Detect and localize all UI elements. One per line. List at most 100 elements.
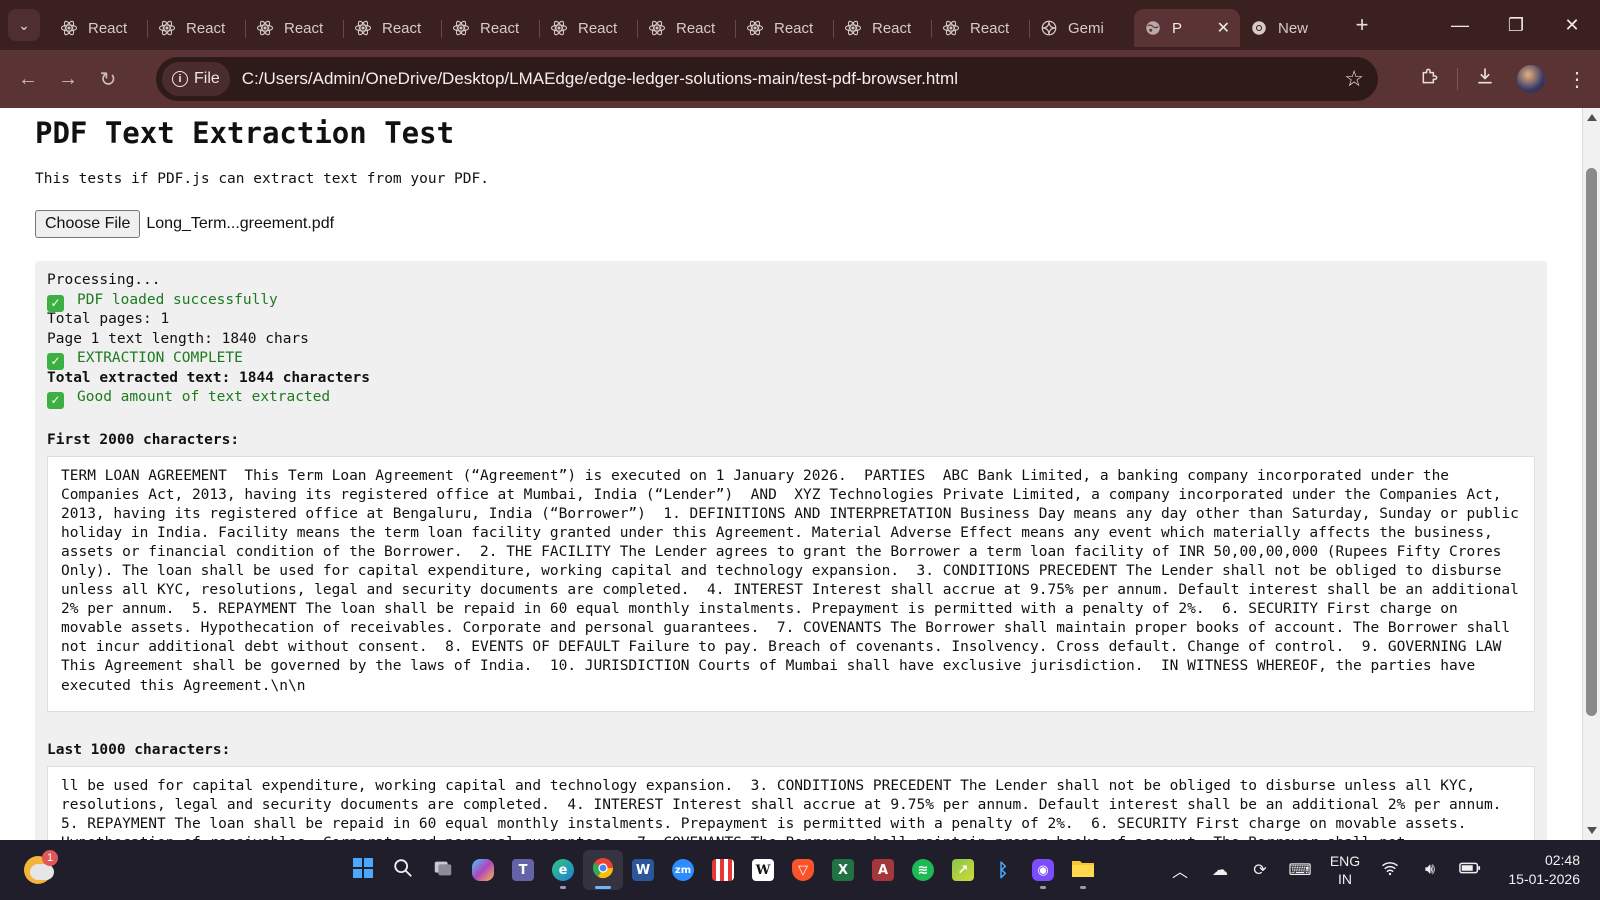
edge-icon: e — [552, 859, 574, 881]
popcorn-button[interactable] — [703, 850, 743, 890]
clock-time: 02:48 — [1544, 852, 1580, 868]
keyboard-button[interactable]: ⌨ — [1280, 860, 1320, 880]
toolbar-divider — [1457, 68, 1458, 90]
react-icon — [256, 19, 274, 37]
sync-button[interactable]: ⟳ — [1240, 860, 1280, 880]
brave-button[interactable]: ▽ — [783, 850, 823, 890]
log-processing: Processing... — [47, 272, 161, 288]
volume-button[interactable]: 🔊︎ — [1410, 861, 1450, 879]
tab-react-3[interactable]: React — [246, 9, 344, 47]
language-region: IN — [1338, 871, 1352, 887]
site-info-chip[interactable]: i File — [162, 62, 230, 96]
task-view-button[interactable] — [423, 850, 463, 890]
window-controls: — ❐ ✕ — [1432, 0, 1600, 50]
tab-react-1[interactable]: React — [50, 9, 148, 47]
restore-button[interactable]: ❐ — [1488, 0, 1544, 50]
chrome-button[interactable] — [583, 850, 623, 890]
tab-new-tab[interactable]: New — [1240, 9, 1340, 47]
maps-icon: ↗ — [952, 859, 974, 881]
downloads-button[interactable] — [1462, 59, 1508, 99]
tab-react-9[interactable]: React — [834, 9, 932, 47]
menu-button[interactable]: ⋮ — [1554, 59, 1600, 99]
search-button[interactable] — [383, 850, 423, 890]
reload-button[interactable]: ↻ — [88, 59, 128, 99]
tab-react-10[interactable]: React — [932, 9, 1030, 47]
purple-app-button[interactable]: ◉ — [1023, 850, 1063, 890]
scrollbar-thumb[interactable] — [1586, 168, 1597, 716]
tab-gemini[interactable]: Gemi — [1030, 9, 1134, 47]
tab-react-5[interactable]: React — [442, 9, 540, 47]
last-chars-text: ll be used for capital expenditure, work… — [47, 765, 1535, 840]
tab-react-7[interactable]: React — [638, 9, 736, 47]
taskbar-apps: T e W zm W ▽ X A ≋ ↗ ᛒ ◉ — [343, 840, 1103, 900]
tab-react-2[interactable]: React — [148, 9, 246, 47]
bluetooth-button[interactable]: ᛒ — [983, 850, 1023, 890]
close-icon[interactable]: ✕ — [1217, 18, 1230, 38]
cloud-icon — [30, 864, 54, 880]
popcorn-icon — [712, 859, 734, 881]
clock[interactable]: 02:48 15-01-2026 — [1490, 851, 1600, 889]
check-icon: ✓ — [47, 392, 64, 410]
profile-button[interactable] — [1508, 59, 1554, 99]
tab-react-8[interactable]: React — [736, 9, 834, 47]
word-button[interactable]: W — [623, 850, 663, 890]
log-loaded-text: PDF loaded successfully — [77, 291, 278, 308]
teams-icon: T — [512, 859, 534, 881]
chevron-down-icon: ⌄ — [18, 16, 30, 33]
output-panel: Processing... ✓ PDF loaded successfully T… — [35, 261, 1547, 840]
tab-list: React React React React React React Reac… — [50, 0, 1340, 50]
scroll-up-icon[interactable] — [1587, 114, 1597, 121]
file-explorer-button[interactable] — [1063, 850, 1103, 890]
tab-react-6[interactable]: React — [540, 9, 638, 47]
forward-button[interactable]: → — [48, 59, 88, 99]
task-view-icon — [432, 857, 454, 884]
tab-label: React — [382, 19, 422, 37]
tab-strip: ⌄ React React React React React React Re… — [0, 0, 1600, 50]
globe-icon — [1144, 19, 1162, 37]
edge-button[interactable]: e — [543, 850, 583, 890]
back-button[interactable]: ← — [8, 59, 48, 99]
page-scrollbar[interactable] — [1582, 108, 1600, 840]
tab-active-pdf-test[interactable]: P ✕ — [1134, 9, 1240, 47]
info-icon: i — [172, 71, 188, 87]
tab-react-4[interactable]: React — [344, 9, 442, 47]
tab-label: New — [1278, 19, 1309, 37]
teams-button[interactable]: T — [503, 850, 543, 890]
onedrive-button[interactable]: ☁ — [1200, 860, 1240, 880]
close-window-button[interactable]: ✕ — [1544, 0, 1600, 50]
address-bar[interactable]: i File C:/Users/Admin/OneDrive/Desktop/L… — [156, 57, 1378, 101]
zoom-button[interactable]: zm — [663, 850, 703, 890]
access-icon: A — [872, 859, 894, 881]
battery-button[interactable] — [1450, 861, 1490, 880]
reload-icon: ↻ — [99, 68, 117, 91]
log-total-pages: Total pages: 1 — [47, 311, 170, 327]
tab-label: React — [970, 19, 1010, 37]
cloud-off-icon: ☁ — [1212, 862, 1228, 879]
new-tab-button[interactable]: + — [1346, 9, 1378, 41]
start-button[interactable] — [343, 850, 383, 890]
url-text[interactable]: C:/Users/Admin/OneDrive/Desktop/LMAEdge/… — [242, 69, 958, 89]
tray-overflow-button[interactable]: ︿ — [1160, 858, 1200, 882]
copilot-button[interactable] — [463, 850, 503, 890]
minimize-button[interactable]: — — [1432, 0, 1488, 50]
spotify-icon: ≋ — [912, 859, 934, 881]
access-button[interactable]: A — [863, 850, 903, 890]
keyboard-icon: ⌨ — [1288, 862, 1312, 879]
plus-icon: + — [1355, 12, 1369, 37]
log-page1-length: Page 1 text length: 1840 chars — [47, 330, 309, 347]
log-total-extracted: Total extracted text: 1844 characters — [47, 369, 371, 386]
maps-button[interactable]: ↗ — [943, 850, 983, 890]
page-title: PDF Text Extraction Test — [35, 116, 455, 150]
excel-button[interactable]: X — [823, 850, 863, 890]
bookmark-star-icon[interactable]: ☆ — [1344, 66, 1364, 92]
language-indicator[interactable]: ENG IN — [1320, 852, 1370, 888]
wifi-button[interactable] — [1370, 860, 1410, 881]
scroll-down-icon[interactable] — [1587, 827, 1597, 834]
notion-button[interactable]: W — [743, 850, 783, 890]
extensions-button[interactable] — [1407, 59, 1453, 99]
folder-icon — [1071, 857, 1095, 884]
choose-file-button[interactable]: Choose File — [35, 210, 141, 238]
tab-search-button[interactable]: ⌄ — [8, 9, 40, 41]
weather-widget[interactable]: 1 — [22, 850, 58, 886]
spotify-button[interactable]: ≋ — [903, 850, 943, 890]
